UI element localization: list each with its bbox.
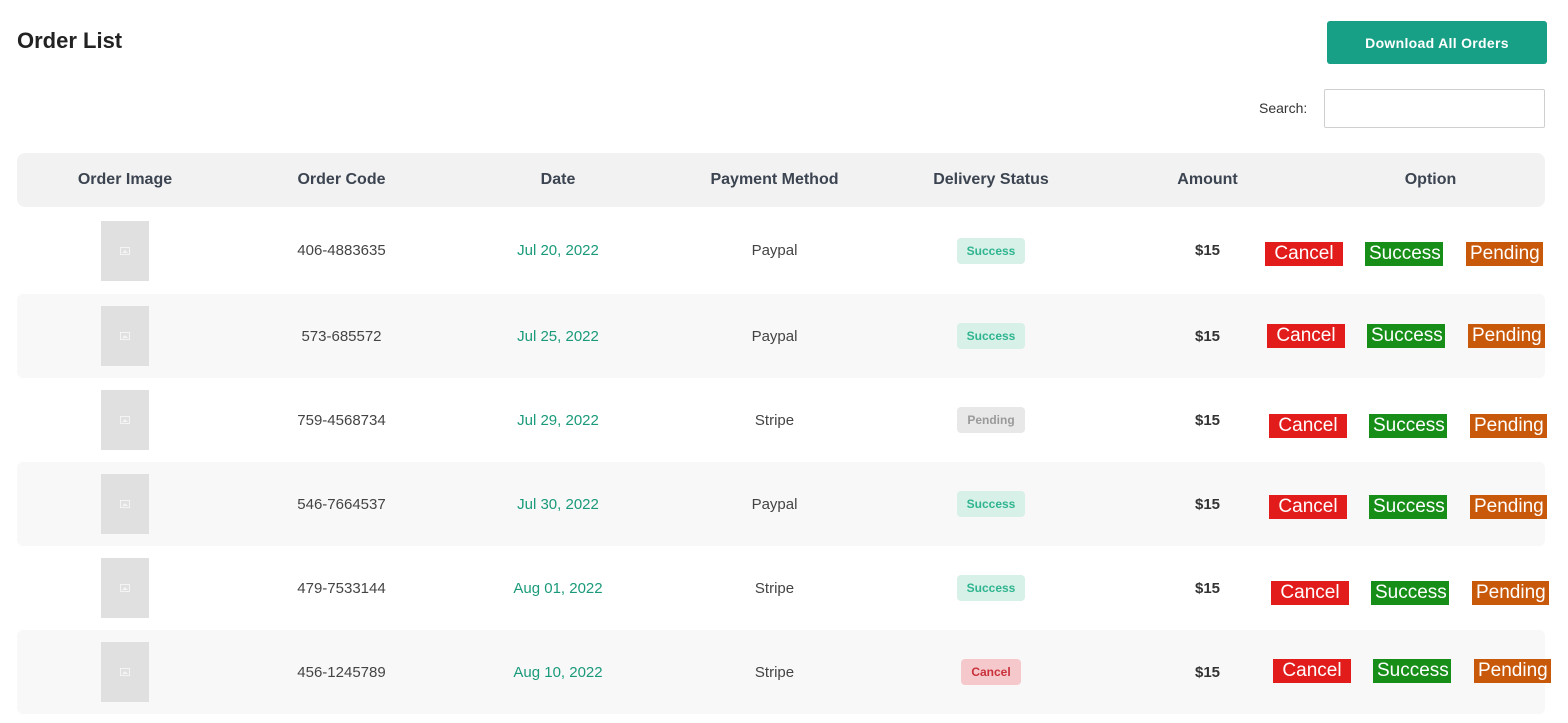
table-row: 479-7533144 Aug 01, 2022 Stripe Success $15 C… (17, 546, 1549, 630)
image-placeholder-icon (120, 246, 130, 255)
order-image-cell (17, 462, 233, 546)
set-success-button[interactable]: Success (1365, 242, 1443, 266)
image-placeholder-icon (120, 668, 130, 676)
column-header-amount: Amount (1177, 171, 1238, 188)
set-success-button[interactable]: Success (1369, 414, 1447, 438)
table-row: 456-1245789 Aug 10, 2022 Stripe Cancel $15 Ca… (17, 630, 1551, 714)
status-badge: Success (956, 575, 1026, 601)
order-image-cell (17, 378, 233, 462)
table-row: 406-4883635 Jul 20, 2022 Paypal Success $15 C… (17, 207, 1545, 294)
order-code: 456-1245789 (297, 663, 386, 681)
order-date: Aug 10, 2022 (513, 663, 603, 681)
set-pending-button[interactable]: Pending (1472, 581, 1549, 605)
status-badge: Cancel (961, 659, 1021, 685)
image-placeholder-icon (120, 500, 130, 508)
order-image-thumbnail (101, 558, 149, 618)
table-header: Order Image Order Code Date Payment Meth… (17, 153, 1545, 207)
set-success-button[interactable]: Success (1373, 659, 1451, 683)
table-body: 406-4883635 Jul 20, 2022 Paypal Success $15 C… (17, 207, 1551, 714)
set-cancel-button[interactable]: Cancel (1269, 414, 1347, 438)
order-date: Jul 25, 2022 (517, 327, 599, 345)
status-badge: Pending (957, 407, 1025, 433)
status-badge: Success (956, 237, 1026, 264)
delivery-status-cell: Pending (883, 378, 1099, 462)
set-pending-button[interactable]: Pending (1470, 495, 1547, 519)
order-image-cell (17, 630, 233, 714)
set-success-button[interactable]: Success (1371, 581, 1449, 605)
set-success-button[interactable]: Success (1367, 324, 1445, 348)
image-placeholder-icon (120, 332, 130, 340)
order-image-cell (17, 546, 233, 630)
delivery-status-cell: Success (883, 546, 1099, 630)
set-cancel-button[interactable]: Cancel (1271, 581, 1349, 605)
image-placeholder-icon (120, 416, 130, 424)
order-image-cell (17, 207, 233, 294)
download-all-orders-button[interactable]: Download All Orders (1327, 21, 1547, 64)
order-image-thumbnail (101, 642, 149, 702)
page-title: Order List (17, 28, 123, 53)
column-header-payment-method: Payment Method (710, 171, 839, 188)
order-date: Jul 30, 2022 (517, 495, 599, 513)
column-header-delivery-status: Delivery Status (933, 171, 1049, 188)
order-code: 406-4883635 (297, 242, 386, 259)
search-label: Search: (1259, 100, 1308, 116)
table-row: 573-685572 Jul 25, 2022 Paypal Success $15 Ca… (17, 294, 1545, 378)
search-input[interactable] (1324, 89, 1545, 128)
set-cancel-button[interactable]: Cancel (1273, 659, 1351, 683)
orders-table: Order Image Order Code Date Payment Meth… (17, 153, 1551, 714)
table-row: 759-4568734 Jul 29, 2022 Stripe Pending $15 C… (17, 378, 1547, 462)
set-pending-button[interactable]: Pending (1474, 659, 1551, 683)
order-image-thumbnail (101, 390, 149, 450)
set-pending-button[interactable]: Pending (1470, 414, 1547, 438)
payment-method: Paypal (751, 495, 798, 513)
column-header-date: Date (540, 171, 576, 188)
set-pending-button[interactable]: Pending (1468, 324, 1545, 348)
payment-method: Stripe (754, 663, 795, 681)
set-cancel-button[interactable]: Cancel (1269, 495, 1347, 519)
order-date: Aug 01, 2022 (513, 579, 603, 597)
payment-method: Paypal (751, 242, 798, 259)
image-placeholder-icon (120, 584, 130, 592)
column-header-order-image: Order Image (77, 171, 173, 188)
column-header-order-code: Order Code (297, 171, 386, 188)
order-date: Jul 20, 2022 (517, 242, 599, 259)
order-code: 546-7664537 (297, 495, 386, 513)
order-list-page: Order List Download All Orders Search: O… (0, 0, 1568, 723)
order-code: 479-7533144 (297, 579, 386, 597)
column-header-option: Option (1404, 171, 1457, 188)
delivery-status-cell: Cancel (883, 630, 1099, 714)
status-badge: Success (956, 323, 1026, 349)
payment-method: Stripe (754, 411, 795, 429)
delivery-status-cell: Success (883, 207, 1099, 294)
order-code: 573-685572 (301, 327, 382, 345)
order-image-thumbnail (101, 220, 149, 281)
order-image-thumbnail (101, 474, 149, 534)
set-cancel-button[interactable]: Cancel (1265, 242, 1343, 266)
payment-method: Stripe (754, 579, 795, 597)
order-image-cell (17, 294, 233, 378)
set-cancel-button[interactable]: Cancel (1267, 324, 1345, 348)
order-date: Jul 29, 2022 (517, 411, 599, 429)
order-image-thumbnail (101, 306, 149, 366)
set-pending-button[interactable]: Pending (1466, 242, 1543, 266)
order-code: 759-4568734 (297, 411, 386, 429)
set-success-button[interactable]: Success (1369, 495, 1447, 519)
table-row: 546-7664537 Jul 30, 2022 Paypal Success $15 C… (17, 462, 1547, 546)
payment-method: Paypal (751, 327, 798, 345)
status-badge: Success (956, 491, 1026, 517)
delivery-status-cell: Success (883, 294, 1099, 378)
delivery-status-cell: Success (883, 462, 1099, 546)
